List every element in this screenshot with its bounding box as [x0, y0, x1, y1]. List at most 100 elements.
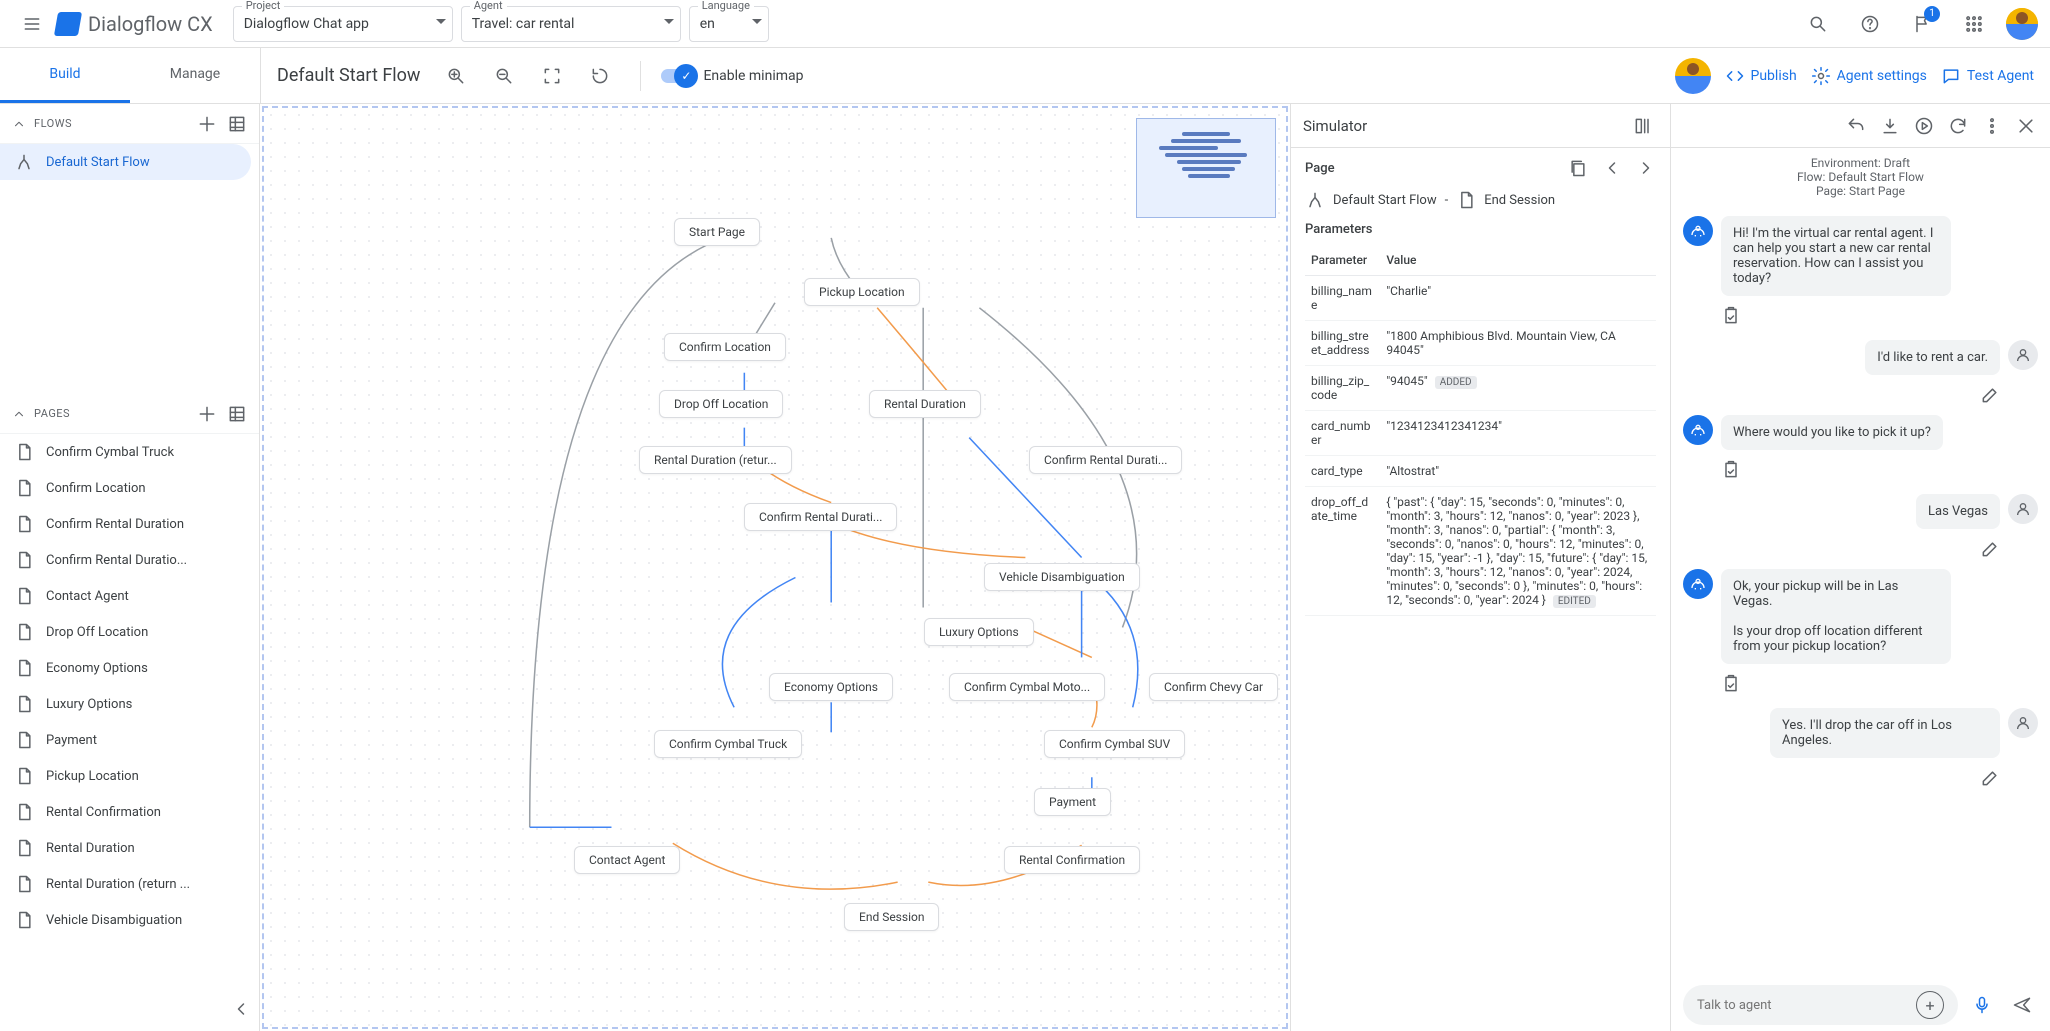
sidebar-page-item[interactable]: Confirm Location [0, 470, 251, 506]
help-button[interactable] [1850, 4, 1890, 44]
grid-icon[interactable] [227, 114, 247, 134]
more-button[interactable] [1976, 106, 2008, 146]
node-vehicle-disambiguation[interactable]: Vehicle Disambiguation [984, 563, 1140, 591]
minimap[interactable] [1136, 118, 1276, 218]
mic-button[interactable] [1966, 985, 1998, 1025]
sidebar-page-item[interactable]: Rental Confirmation [0, 794, 251, 830]
node-rental-duration-return[interactable]: Rental Duration (retur... [639, 446, 792, 474]
sidebar-page-item[interactable]: Economy Options [0, 650, 251, 686]
edit-icon[interactable] [1980, 768, 2000, 788]
node-end-session[interactable]: End Session [844, 903, 939, 931]
account-avatar[interactable] [2006, 8, 2038, 40]
flow-canvas[interactable]: Start Page Pickup Location Confirm Locat… [262, 106, 1288, 1029]
user-message: Yes. I'll drop the car off in Los Angele… [1683, 708, 2038, 758]
close-button[interactable] [2010, 106, 2042, 146]
agent-settings-button[interactable]: Agent settings [1811, 66, 1927, 86]
node-confirm-rental-duration-1[interactable]: Confirm Rental Durati... [744, 503, 897, 531]
download-icon [1880, 116, 1900, 136]
edit-icon[interactable] [1980, 539, 2000, 559]
bot-avatar-icon [1683, 415, 1713, 445]
sidebar-page-item[interactable]: Luxury Options [0, 686, 251, 722]
panel-layout-button[interactable] [1628, 111, 1658, 141]
flow-title: Default Start Flow [277, 65, 420, 86]
project-selector[interactable]: Project Dialogflow Chat app [233, 6, 453, 42]
node-economy-options[interactable]: Economy Options [769, 673, 893, 701]
reset-button[interactable] [580, 56, 620, 96]
product-name: Dialogflow CX [88, 12, 213, 36]
search-button[interactable] [1798, 4, 1838, 44]
clipboard-icon[interactable] [1721, 674, 1741, 694]
user-avatar-small[interactable] [1675, 58, 1711, 94]
node-payment[interactable]: Payment [1034, 788, 1111, 816]
node-pickup-location[interactable]: Pickup Location [804, 278, 920, 306]
node-confirm-cymbal-suv[interactable]: Confirm Cymbal SUV [1044, 730, 1185, 758]
menu-button[interactable] [12, 4, 52, 44]
page-icon [14, 550, 34, 570]
node-confirm-location[interactable]: Confirm Location [664, 333, 786, 361]
apps-button[interactable] [1954, 4, 1994, 44]
user-avatar-icon [2008, 340, 2038, 370]
plus-icon[interactable] [197, 114, 217, 134]
copy-icon[interactable] [1568, 158, 1588, 178]
bot-message: Hi! I'm the virtual car rental agent. I … [1683, 216, 2038, 296]
plus-icon[interactable] [197, 404, 217, 424]
grid-icon[interactable] [227, 404, 247, 424]
node-rental-confirmation[interactable]: Rental Confirmation [1004, 846, 1140, 874]
language-selector[interactable]: Language en [689, 6, 769, 42]
publish-button[interactable]: Publish [1725, 66, 1797, 86]
save-button[interactable] [1874, 106, 1906, 146]
sidebar-page-item[interactable]: Confirm Cymbal Truck [0, 434, 251, 470]
zoom-out-button[interactable] [484, 56, 524, 96]
sidebar-page-item[interactable]: Rental Duration (return ... [0, 866, 251, 902]
node-drop-off-location[interactable]: Drop Off Location [659, 390, 783, 418]
chevron-up-icon[interactable] [12, 117, 26, 131]
chevron-right-icon[interactable] [1636, 158, 1656, 178]
chat-input[interactable]: + [1683, 985, 1958, 1025]
sidebar-page-item[interactable]: Drop Off Location [0, 614, 251, 650]
add-button[interactable]: + [1916, 991, 1944, 1019]
undo-button[interactable] [1840, 106, 1872, 146]
sidebar-page-item[interactable]: Contact Agent [0, 578, 251, 614]
fit-button[interactable] [532, 56, 572, 96]
bot-message: Ok, your pickup will be in Las Vegas.Is … [1683, 569, 2038, 664]
collapse-sidebar-button[interactable] [231, 999, 251, 1023]
node-luxury-options[interactable]: Luxury Options [924, 618, 1034, 646]
node-confirm-chevy-car[interactable]: Confirm Chevy Car [1149, 673, 1278, 701]
send-button[interactable] [2006, 985, 2038, 1025]
user-message: I'd like to rent a car. [1683, 340, 2038, 375]
chevron-left-icon[interactable] [1602, 158, 1622, 178]
refresh-button[interactable] [1942, 106, 1974, 146]
sidebar-page-item[interactable]: Vehicle Disambiguation [0, 902, 251, 938]
notifications-button[interactable]: 1 [1902, 4, 1942, 44]
sidebar-page-item[interactable]: Confirm Rental Duration [0, 506, 251, 542]
sidebar-page-item[interactable]: Confirm Rental Duratio... [0, 542, 251, 578]
node-rental-duration[interactable]: Rental Duration [869, 390, 981, 418]
clipboard-icon[interactable] [1721, 460, 1741, 480]
tab-manage[interactable]: Manage [130, 48, 260, 103]
parameter-row: card_type"Altostrat" [1305, 456, 1656, 487]
node-confirm-rental-duration-2[interactable]: Confirm Rental Durati... [1029, 446, 1182, 474]
gear-icon [1811, 66, 1831, 86]
minimap-toggle[interactable]: ✓ Enable minimap [661, 68, 803, 84]
sidebar-flow-item[interactable]: Default Start Flow [0, 144, 251, 180]
node-confirm-cymbal-moto[interactable]: Confirm Cymbal Moto... [949, 673, 1105, 701]
test-agent-button[interactable]: Test Agent [1941, 66, 2034, 86]
sidebar-page-item[interactable]: Payment [0, 722, 251, 758]
agent-selector[interactable]: Agent Travel: car rental [461, 6, 681, 42]
chevron-up-icon[interactable] [12, 407, 26, 421]
edit-icon[interactable] [1980, 385, 2000, 405]
page-icon [14, 910, 34, 930]
tab-build[interactable]: Build [0, 48, 130, 103]
play-button[interactable] [1908, 106, 1940, 146]
apps-icon [1964, 14, 1984, 34]
sidebar-page-item[interactable]: Pickup Location [0, 758, 251, 794]
sidebar-page-item[interactable]: Rental Duration [0, 830, 251, 866]
node-confirm-cymbal-truck[interactable]: Confirm Cymbal Truck [654, 730, 802, 758]
clipboard-icon[interactable] [1721, 306, 1741, 326]
logo[interactable]: Dialogflow CX [56, 12, 213, 36]
chevron-down-icon [436, 19, 446, 24]
zoom-in-button[interactable] [436, 56, 476, 96]
node-contact-agent[interactable]: Contact Agent [574, 846, 680, 874]
node-start-page[interactable]: Start Page [674, 218, 760, 246]
chat-input-field[interactable] [1697, 998, 1910, 1013]
